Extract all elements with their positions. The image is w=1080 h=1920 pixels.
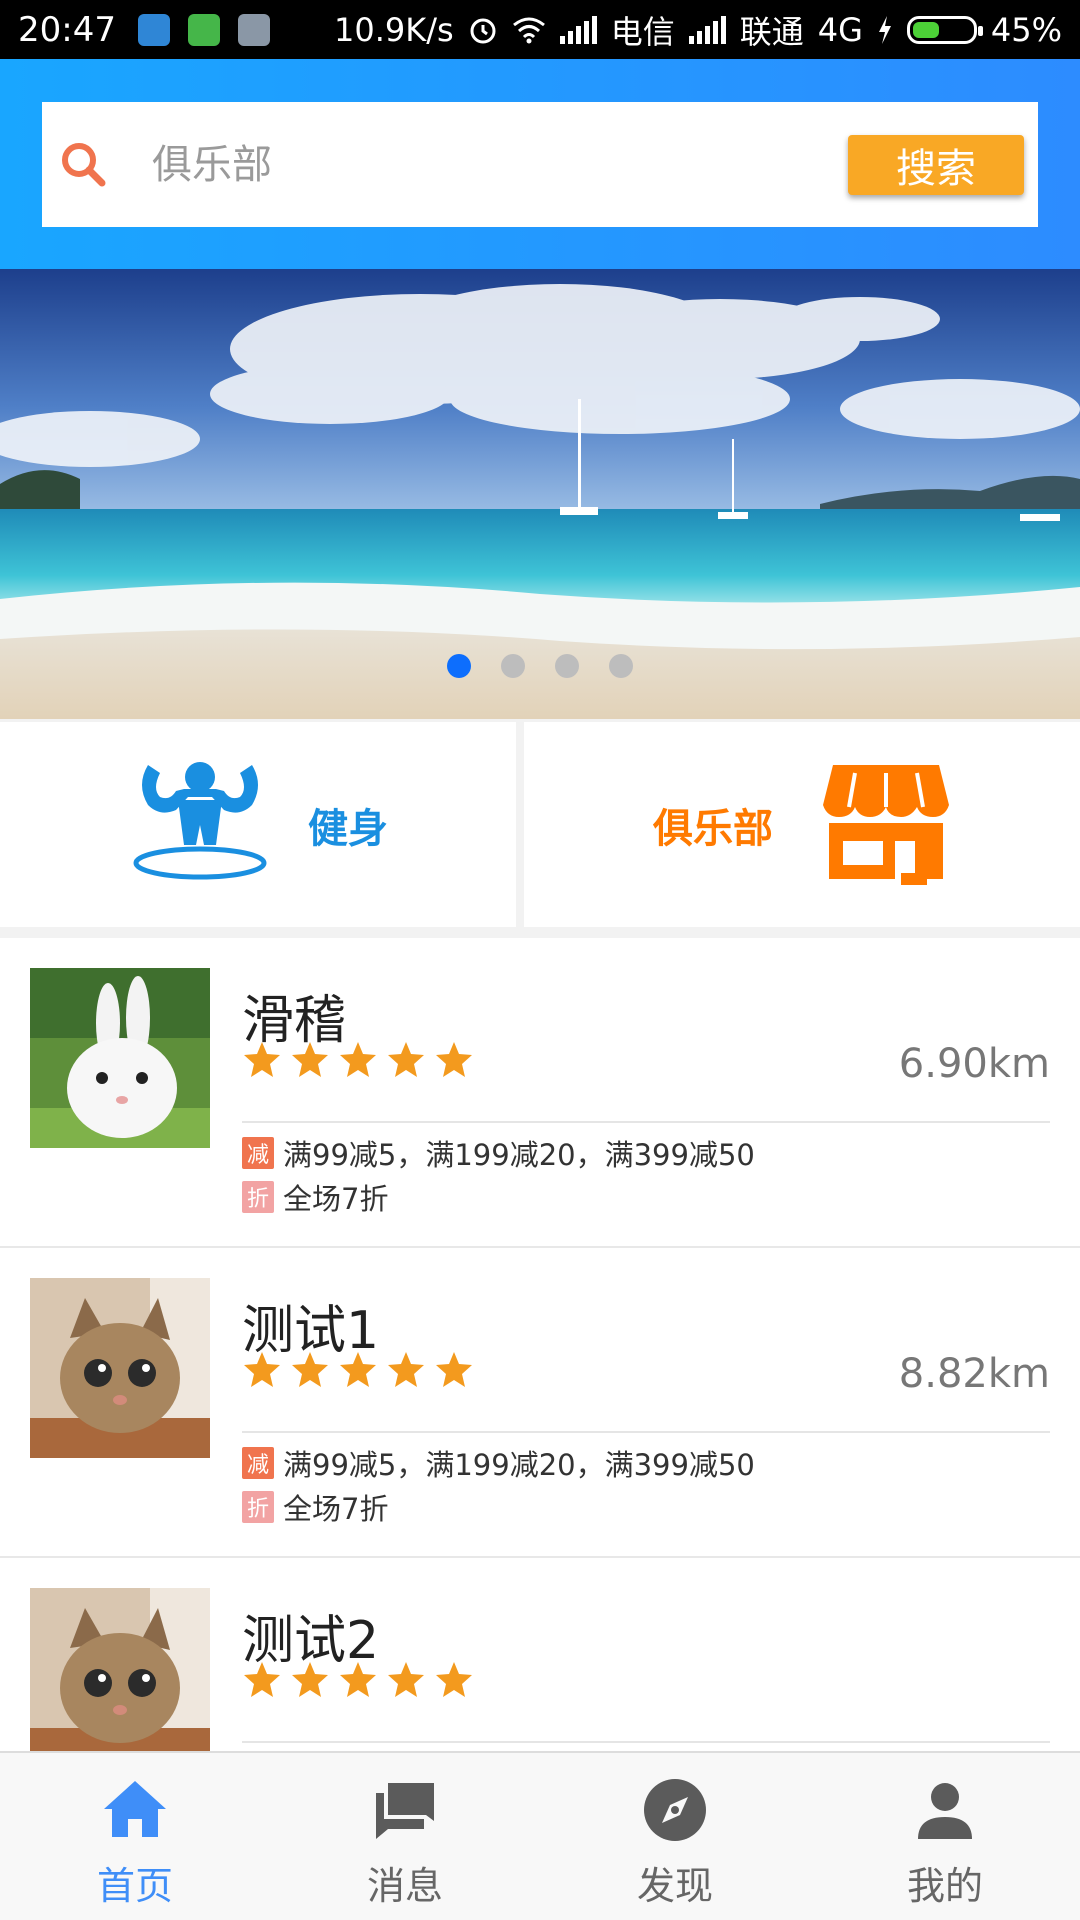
star-icon	[340, 1352, 376, 1387]
battery-icon	[906, 15, 983, 44]
search-box: 搜索	[42, 102, 1038, 227]
star-icon	[244, 1352, 280, 1387]
carousel-dot[interactable]	[501, 654, 525, 678]
star-icon	[436, 1662, 472, 1697]
carousel-dot[interactable]	[447, 654, 471, 678]
category-label: 俱乐部	[653, 805, 773, 852]
carrier-1: 电信	[610, 12, 675, 51]
nav-label: 消息	[366, 1864, 443, 1908]
star-icon	[244, 1042, 280, 1077]
banner-carousel[interactable]	[0, 269, 1080, 719]
star-icon	[436, 1042, 472, 1077]
status-bar: 20:47 10.9K/s 电信 联通 4G 45%	[0, 0, 1080, 59]
promo-text: 满99减5，满199减20，满399减50	[283, 1138, 755, 1172]
promo-tag: 减	[242, 1447, 274, 1479]
nav-profile[interactable]: 我的	[810, 1753, 1080, 1920]
store-icon	[823, 764, 949, 885]
star-icon	[292, 1352, 328, 1387]
carousel-dot[interactable]	[555, 654, 579, 678]
user-icon	[918, 1783, 972, 1839]
promo-text: 全场7折	[283, 1492, 389, 1526]
net-speed: 10.9K/s	[334, 10, 454, 49]
list-item[interactable]: 测试2	[0, 1558, 1080, 1751]
usb-icon	[137, 13, 170, 46]
carousel-dot[interactable]	[609, 654, 633, 678]
banner-image	[0, 269, 1080, 719]
rabbit-image	[30, 968, 210, 1148]
wifi-icon	[512, 17, 545, 43]
nav-label: 我的	[906, 1864, 983, 1908]
item-distance: 8.82km	[898, 1351, 1050, 1397]
thumbnail	[30, 1588, 210, 1751]
signal-icon	[688, 15, 726, 44]
category-row: 健身 俱乐部	[0, 722, 1080, 927]
message-icon	[376, 1783, 434, 1839]
promo-tag: 折	[242, 1181, 274, 1213]
divider	[242, 1431, 1050, 1433]
promo-tag: 减	[242, 1137, 274, 1169]
charging-icon	[878, 15, 891, 44]
promo-text: 满99减5，满199减20，满399减50	[283, 1448, 755, 1482]
nav-home[interactable]: 首页	[0, 1753, 270, 1920]
network-type: 4G	[817, 10, 863, 49]
rating-stars	[242, 1660, 474, 1700]
search-header: 搜索	[0, 59, 1080, 269]
club-list: 滑稽 6.90km 减 满99减5，满199减20，满399减50 折 全场7折	[0, 938, 1080, 1751]
search-button[interactable]: 搜索	[848, 134, 1024, 195]
star-icon	[388, 1662, 424, 1697]
star-icon	[340, 1662, 376, 1697]
promo-sale: 折 全场7折	[242, 1176, 388, 1218]
divider	[242, 1121, 1050, 1123]
cat-image	[30, 1278, 210, 1458]
bottom-nav: 首页 消息 发现 我的	[0, 1751, 1080, 1920]
thumbnail	[30, 968, 210, 1148]
star-icon	[340, 1042, 376, 1077]
home-icon	[104, 1781, 166, 1837]
search-input[interactable]	[152, 124, 848, 205]
category-fitness[interactable]: 健身	[0, 722, 516, 927]
signal-icon	[559, 15, 597, 44]
fitness-icon	[133, 761, 267, 879]
promo-discount: 减 满99减5，满199减20，满399减50	[242, 1442, 755, 1484]
promo-tag: 折	[242, 1491, 274, 1523]
star-icon	[388, 1352, 424, 1387]
status-right: 10.9K/s 电信 联通 4G 45%	[334, 7, 1062, 53]
status-time: 20:47	[18, 9, 116, 50]
star-icon	[436, 1352, 472, 1387]
carrier-2: 联通	[739, 12, 804, 51]
nav-discover[interactable]: 发现	[540, 1753, 810, 1920]
promo-text: 全场7折	[283, 1182, 389, 1216]
compass-icon	[644, 1779, 706, 1841]
search-icon	[62, 142, 106, 186]
category-club[interactable]: 俱乐部	[524, 722, 1080, 927]
thumbnail	[30, 1278, 210, 1458]
divider	[242, 1741, 1050, 1743]
category-label: 健身	[308, 805, 388, 852]
alarm-icon	[470, 18, 496, 43]
star-icon	[292, 1042, 328, 1077]
nav-label: 发现	[636, 1864, 713, 1908]
item-distance: 6.90km	[898, 1041, 1050, 1087]
list-item[interactable]: 滑稽 6.90km 减 满99减5，满199减20，满399减50 折 全场7折	[0, 938, 1080, 1248]
star-icon	[244, 1662, 280, 1697]
cat-image	[30, 1588, 210, 1751]
list-item[interactable]: 测试1 8.82km 减 满99减5，满199减20，满399减50 折 全场7…	[0, 1248, 1080, 1558]
promo-sale: 折 全场7折	[242, 1486, 388, 1528]
notes-icon	[237, 13, 270, 46]
android-icon	[187, 13, 220, 46]
promo-discount: 减 满99减5，满199减20，满399减50	[242, 1132, 755, 1174]
carousel-dots	[0, 654, 1080, 678]
star-icon	[388, 1042, 424, 1077]
rating-stars	[242, 1350, 474, 1390]
nav-messages[interactable]: 消息	[270, 1753, 540, 1920]
star-icon	[292, 1662, 328, 1697]
nav-label: 首页	[96, 1864, 173, 1908]
rating-stars	[242, 1040, 474, 1080]
app-root: 20:47 10.9K/s 电信 联通 4G 45% 俱乐部 搜索 健身 俱乐部…	[0, 0, 1080, 1920]
battery-percent: 45%	[990, 10, 1062, 49]
